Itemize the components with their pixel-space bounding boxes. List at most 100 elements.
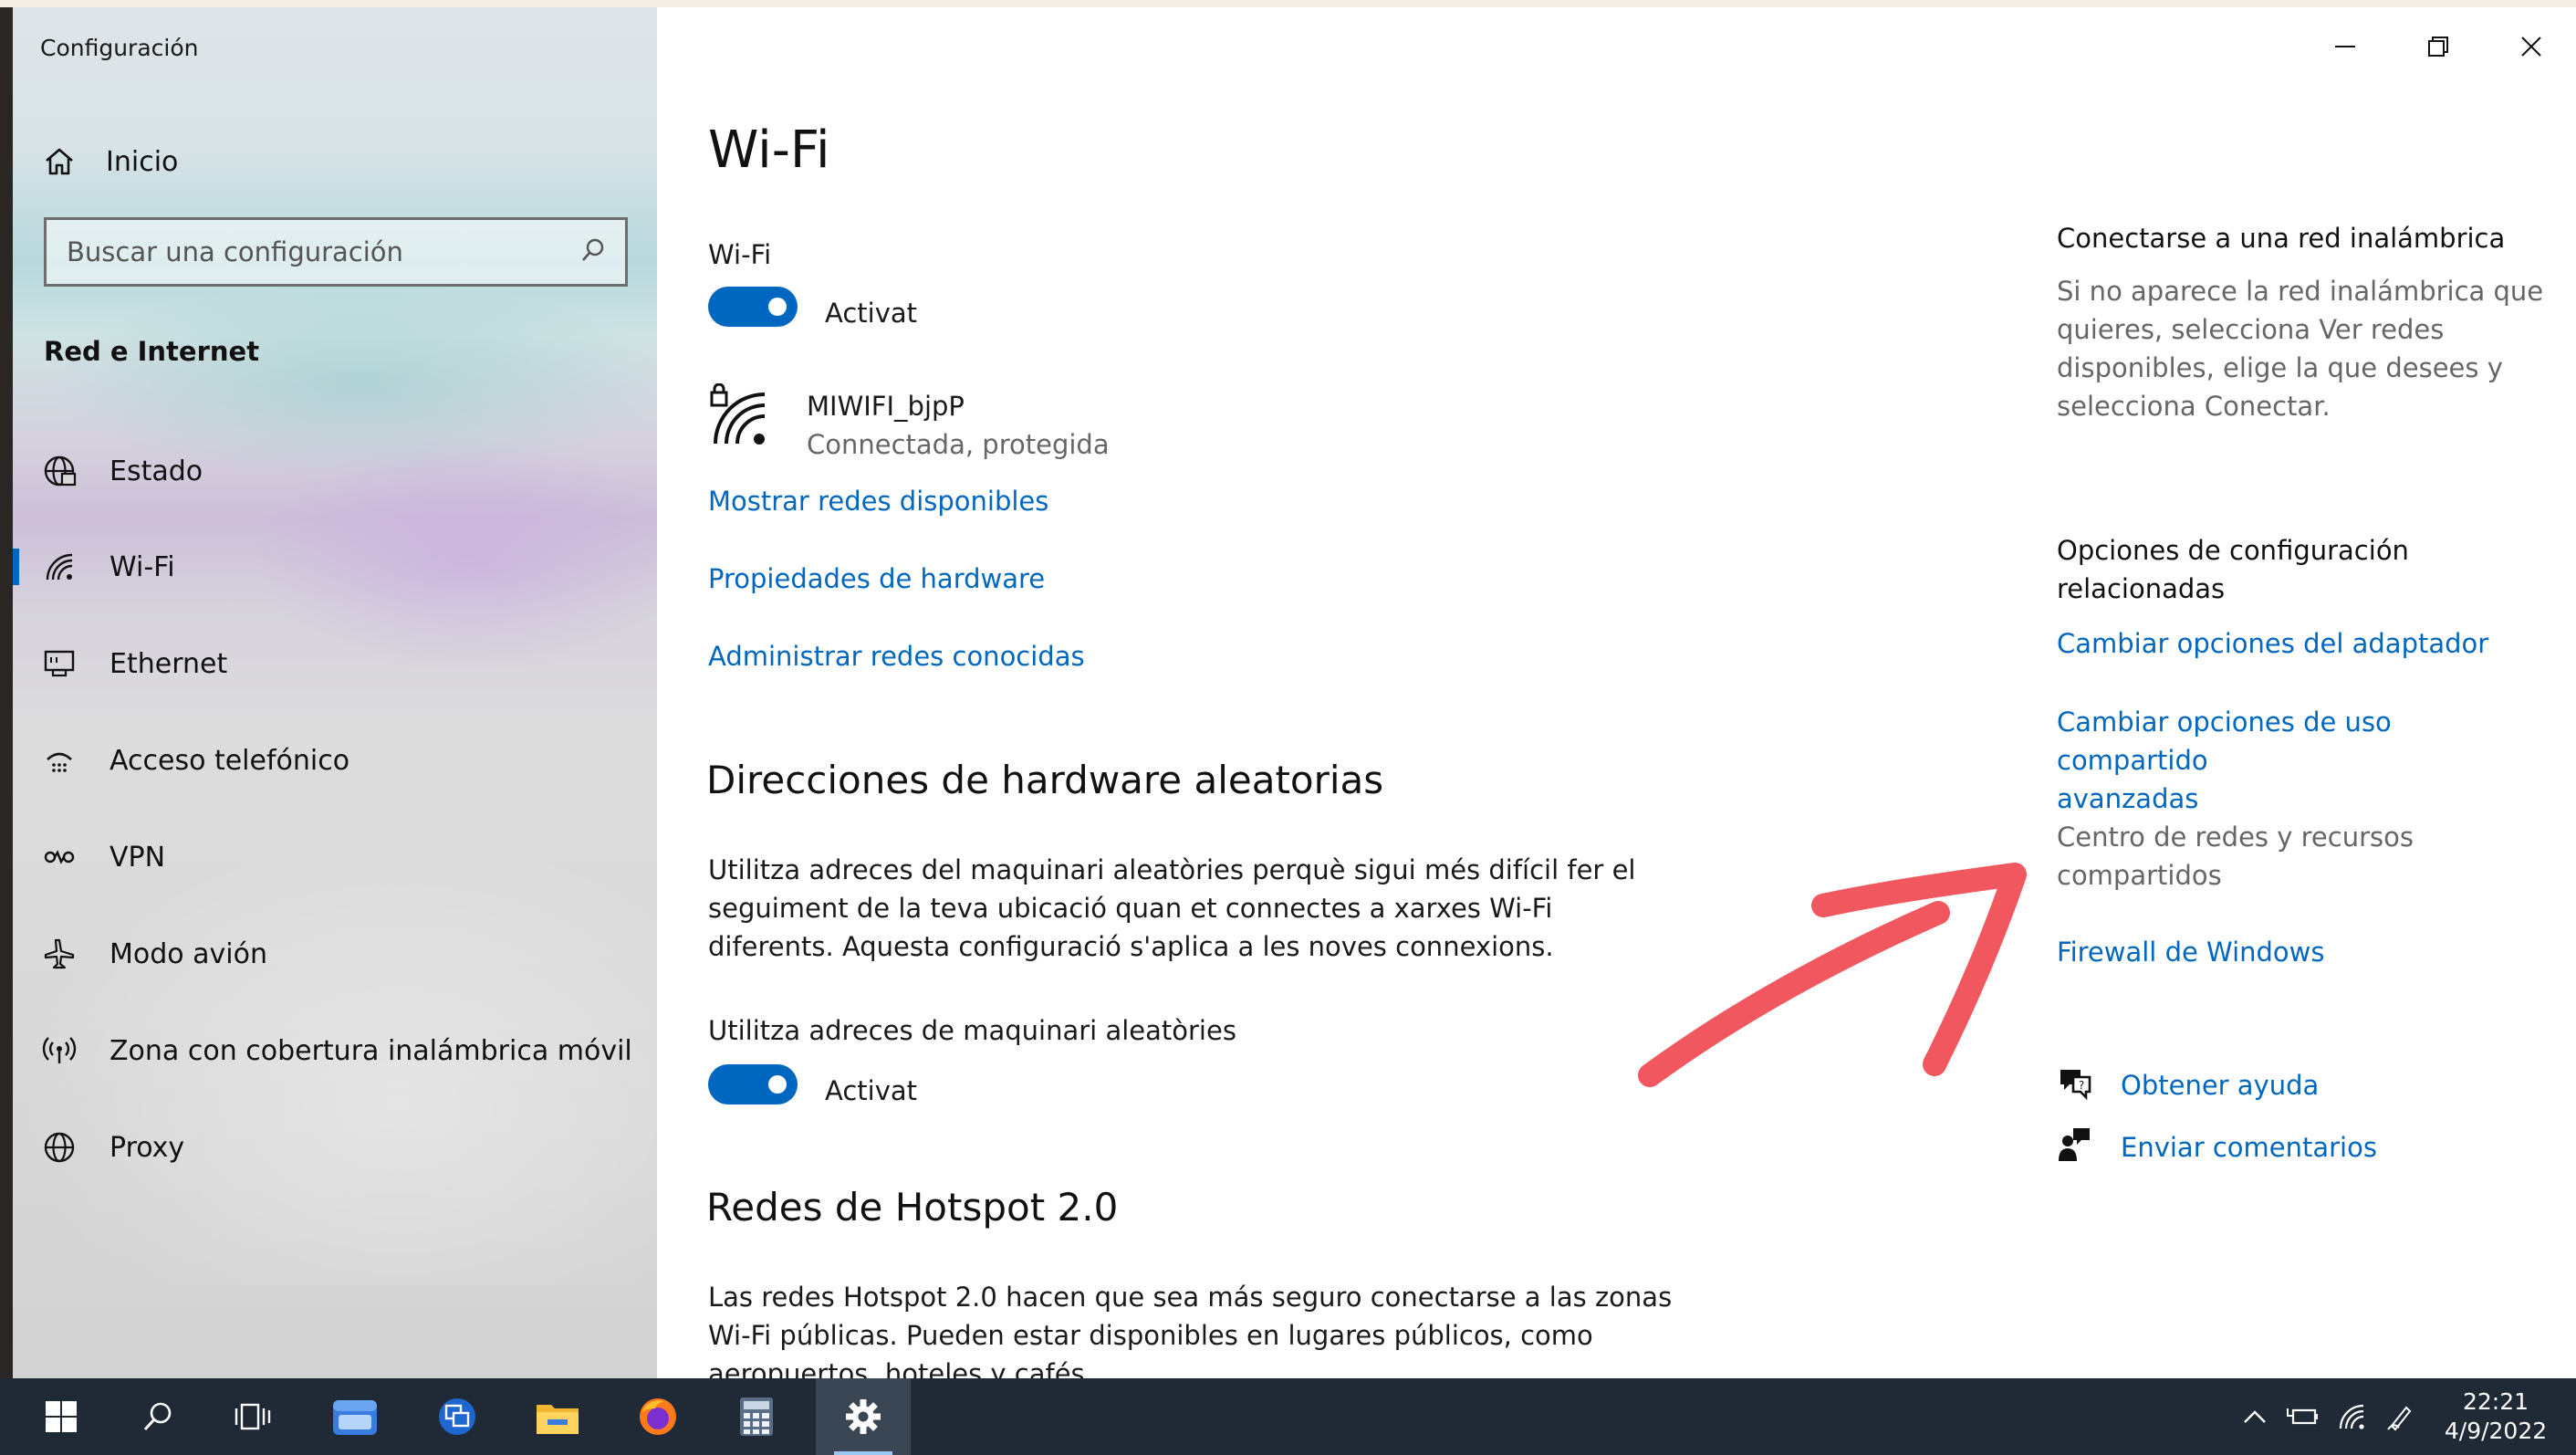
windows-firewall-link[interactable]: Firewall de Windows xyxy=(2057,933,2550,971)
pen-icon xyxy=(2387,1406,2412,1431)
network-name[interactable]: MIWIFI_bjpP xyxy=(807,391,965,422)
paragraph-line: aeropuertos, hoteles y cafés. xyxy=(708,1358,1093,1378)
sidebar: Configuración Inicio Buscar una configur… xyxy=(13,7,657,1378)
random-hw-description: Utilitza adreces del maquinari aleatòrie… xyxy=(708,851,1675,966)
gear-icon xyxy=(846,1399,881,1434)
tray-battery-button[interactable] xyxy=(2281,1378,2323,1455)
get-help-link[interactable]: Obtener ayuda xyxy=(2121,1066,2540,1104)
taskbar-file-explorer[interactable] xyxy=(516,1378,599,1455)
home-label: Inicio xyxy=(106,145,179,178)
send-feedback-link[interactable]: Enviar comentarios xyxy=(2121,1128,2540,1167)
battery-plug-icon xyxy=(2287,1408,2318,1425)
file-explorer-icon xyxy=(537,1405,579,1434)
hardware-properties-link[interactable]: Propiedades de hardware xyxy=(708,563,1045,594)
sidebar-item-wifi[interactable]: Wi-Fi xyxy=(13,530,657,603)
sidebar-item-label: Wi-Fi xyxy=(110,550,175,583)
sidebar-item-zona-cobertura[interactable]: Zona con cobertura inalámbrica móvil xyxy=(13,1014,657,1087)
minimize-button[interactable] xyxy=(2318,24,2373,69)
wifi-icon xyxy=(40,548,78,586)
sidebar-item-label: Modo avión xyxy=(110,937,268,970)
feedback-icon xyxy=(2057,1126,2093,1167)
taskbar-app-multitask[interactable] xyxy=(416,1378,498,1455)
hotspot-icon xyxy=(40,1031,78,1070)
wifi-icon xyxy=(2339,1404,2364,1429)
multitask-icon xyxy=(439,1398,475,1435)
dialup-icon xyxy=(40,741,78,780)
settings-window: Configuración Inicio Buscar una configur… xyxy=(13,7,2576,1378)
network-sharing-center-link[interactable]: Centro de redes y recursos compartidos xyxy=(2057,818,2550,895)
description-line: quieres, selecciona Ver redes xyxy=(2057,314,2445,345)
sidebar-item-estado[interactable]: Estado xyxy=(13,434,657,508)
calculator-icon xyxy=(740,1397,773,1436)
taskbar: 22:21 4/9/2022 xyxy=(0,1378,2576,1455)
sidebar-item-modo-avion[interactable]: Modo avión xyxy=(13,917,657,990)
sidebar-item-proxy[interactable]: Proxy xyxy=(13,1111,657,1184)
search-icon[interactable] xyxy=(579,236,607,267)
svg-text:?: ? xyxy=(2079,1079,2084,1092)
toggle-knob xyxy=(768,1075,787,1094)
hotspot-description: Las redes Hotspot 2.0 hacen que sea más … xyxy=(708,1278,1712,1378)
paragraph-line: Las redes Hotspot 2.0 hacen que sea más … xyxy=(708,1282,1673,1313)
taskbar-app-widgets[interactable] xyxy=(314,1378,396,1455)
tray-show-hidden-button[interactable] xyxy=(2234,1378,2276,1455)
wifi-secured-icon[interactable] xyxy=(706,382,776,456)
search-icon xyxy=(143,1402,172,1431)
random-hw-heading: Direcciones de hardware aleatorias xyxy=(706,758,1384,802)
taskbar-firefox[interactable] xyxy=(617,1378,699,1455)
advanced-sharing-options-link[interactable]: Cambiar opciones de uso compartido avanz… xyxy=(2057,703,2550,818)
globe-icon xyxy=(40,1128,78,1167)
random-hw-toggle-state: Activat xyxy=(825,1075,918,1106)
paragraph-line: diferents. Aquesta configuració s'aplica… xyxy=(708,931,1554,962)
search-input[interactable]: Buscar una configuración xyxy=(44,217,628,287)
annotation-arrow-icon xyxy=(1637,856,2039,1097)
sidebar-item-vpn[interactable]: VPN xyxy=(13,821,657,894)
restore-icon xyxy=(2428,37,2448,57)
sidebar-item-label: Ethernet xyxy=(110,647,228,680)
folder-app-icon xyxy=(333,1400,377,1435)
taskbar-search-button[interactable] xyxy=(117,1378,199,1455)
tray-wifi-button[interactable] xyxy=(2331,1378,2373,1455)
clock-date: 4/9/2022 xyxy=(2444,1418,2548,1444)
network-status: Connectada, protegida xyxy=(807,429,1110,460)
wifi-label: Wi-Fi xyxy=(708,239,772,270)
manage-known-networks-link[interactable]: Administrar redes conocidas xyxy=(708,641,1085,672)
sidebar-item-label: Proxy xyxy=(110,1131,185,1164)
description-line: Si no aparece la red inalámbrica que xyxy=(2057,276,2544,307)
desktop-edge xyxy=(0,0,2576,7)
sidebar-item-acceso-telefonico[interactable]: Acceso telefónico xyxy=(13,724,657,797)
taskbar-calculator[interactable] xyxy=(715,1378,798,1455)
link-line: Centro de redes y recursos xyxy=(2057,822,2414,853)
show-available-networks-link[interactable]: Mostrar redes disponibles xyxy=(708,486,1048,517)
random-hw-toggle[interactable] xyxy=(708,1064,798,1104)
heading-line: Opciones de configuración xyxy=(2057,535,2409,566)
toggle-knob xyxy=(768,298,787,316)
airplane-icon xyxy=(40,935,78,973)
windows-logo-icon xyxy=(46,1401,77,1432)
globe-status-icon xyxy=(40,452,78,490)
tray-pen-button[interactable] xyxy=(2380,1378,2422,1455)
start-button[interactable] xyxy=(20,1378,102,1455)
close-button[interactable] xyxy=(2504,24,2559,69)
taskbar-settings[interactable] xyxy=(816,1378,911,1455)
paragraph-line: Utilitza adreces del maquinari aleatòrie… xyxy=(708,854,1636,885)
sidebar-home[interactable]: Inicio xyxy=(40,141,624,183)
sidebar-item-ethernet[interactable]: Ethernet xyxy=(13,627,657,700)
vpn-icon xyxy=(40,838,78,876)
restore-button[interactable] xyxy=(2411,24,2466,69)
random-hw-toggle-label: Utilitza adreces de maquinari aleatòries xyxy=(708,1015,1236,1046)
close-icon xyxy=(2521,37,2541,57)
sidebar-item-label: Acceso telefónico xyxy=(110,744,350,777)
search-placeholder: Buscar una configuración xyxy=(67,236,403,267)
taskbar-clock[interactable]: 22:21 4/9/2022 xyxy=(2427,1387,2564,1446)
task-view-button[interactable] xyxy=(212,1378,294,1455)
connect-description: Si no aparece la red inalámbrica que qui… xyxy=(2057,272,2550,425)
task-view-icon xyxy=(235,1403,271,1430)
heading-line: relacionadas xyxy=(2057,573,2226,604)
wifi-toggle[interactable] xyxy=(708,287,798,327)
description-line: selecciona Conectar. xyxy=(2057,391,2331,422)
hotspot-heading: Redes de Hotspot 2.0 xyxy=(706,1185,1119,1230)
firefox-icon xyxy=(640,1398,676,1435)
sidebar-item-label: VPN xyxy=(110,841,166,874)
wifi-toggle-state: Activat xyxy=(825,298,918,329)
change-adapter-options-link[interactable]: Cambiar opciones del adaptador xyxy=(2057,624,2550,663)
